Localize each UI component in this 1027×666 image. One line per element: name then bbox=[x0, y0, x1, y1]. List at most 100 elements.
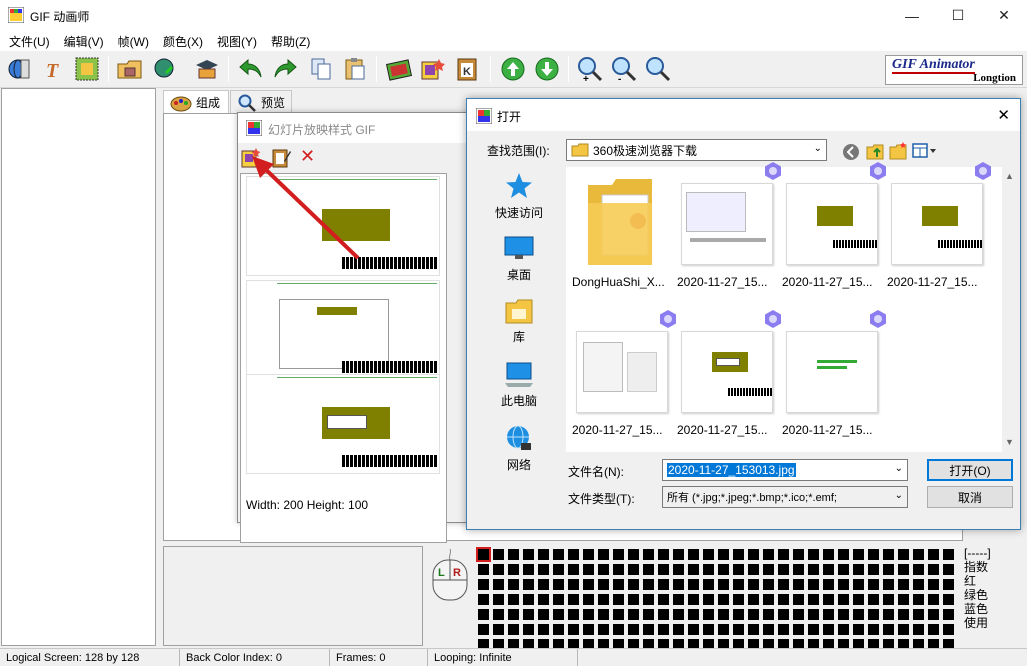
palette-swatch[interactable] bbox=[583, 549, 594, 560]
palette-swatch[interactable] bbox=[943, 564, 954, 575]
palette-swatch[interactable] bbox=[778, 549, 789, 560]
palette-swatch[interactable] bbox=[763, 624, 774, 635]
palette-swatch[interactable] bbox=[508, 564, 519, 575]
open-button[interactable]: 打开(O) bbox=[927, 459, 1013, 481]
palette-swatch[interactable] bbox=[703, 609, 714, 620]
palette-swatch[interactable] bbox=[583, 609, 594, 620]
palette-swatch[interactable] bbox=[823, 549, 834, 560]
palette-swatch[interactable] bbox=[568, 624, 579, 635]
palette-swatch[interactable] bbox=[508, 624, 519, 635]
filetype-select[interactable]: 所有 (*.jpg;*.jpeg;*.bmp;*.ico;*.emf; ⌄ bbox=[662, 486, 908, 508]
palette-swatch[interactable] bbox=[718, 549, 729, 560]
palette-swatch[interactable] bbox=[838, 609, 849, 620]
palette-swatch[interactable] bbox=[628, 549, 639, 560]
tab-preview[interactable]: 预览 bbox=[230, 90, 292, 114]
palette-swatch[interactable] bbox=[838, 549, 849, 560]
palette-swatch[interactable] bbox=[898, 609, 909, 620]
file-list[interactable]: DongHuaShi_X... 2020-11-27_15... 2020-11… bbox=[566, 162, 1016, 452]
palette-swatch[interactable] bbox=[868, 594, 879, 605]
palette-swatch[interactable] bbox=[853, 549, 864, 560]
palette-swatch[interactable] bbox=[598, 579, 609, 590]
palette-swatch[interactable] bbox=[643, 564, 654, 575]
palette-swatch[interactable] bbox=[838, 624, 849, 635]
palette-swatch[interactable] bbox=[583, 624, 594, 635]
palette-swatch[interactable] bbox=[673, 564, 684, 575]
lookin-select[interactable]: 360极速浏览器下载 ⌄ bbox=[566, 139, 827, 161]
palette-swatch[interactable] bbox=[553, 609, 564, 620]
clipboard-k-button[interactable]: K bbox=[452, 54, 482, 84]
palette-swatch[interactable] bbox=[853, 624, 864, 635]
place-quick-access[interactable]: 快速访问 bbox=[481, 171, 557, 229]
place-library[interactable]: 库 bbox=[481, 297, 557, 355]
move-down-button[interactable] bbox=[532, 54, 562, 84]
palette-swatch[interactable] bbox=[658, 549, 669, 560]
palette-swatch[interactable] bbox=[538, 549, 549, 560]
palette-swatch[interactable] bbox=[508, 579, 519, 590]
palette-swatch[interactable] bbox=[748, 594, 759, 605]
palette-swatch[interactable] bbox=[553, 624, 564, 635]
palette-swatch[interactable] bbox=[763, 564, 774, 575]
palette-swatch[interactable] bbox=[643, 549, 654, 560]
palette-swatch[interactable] bbox=[673, 579, 684, 590]
slide-thumbnail[interactable] bbox=[246, 374, 440, 474]
palette-swatch[interactable] bbox=[508, 594, 519, 605]
open-folder-button[interactable] bbox=[115, 54, 145, 84]
globe-wizard-button[interactable] bbox=[4, 54, 34, 84]
palette-swatch[interactable] bbox=[628, 579, 639, 590]
palette-swatch[interactable] bbox=[913, 609, 924, 620]
palette-swatch[interactable] bbox=[568, 579, 579, 590]
palette-swatch[interactable] bbox=[943, 594, 954, 605]
palette-swatch[interactable] bbox=[763, 609, 774, 620]
palette-swatch[interactable] bbox=[733, 579, 744, 590]
palette-swatch[interactable] bbox=[763, 579, 774, 590]
palette-swatch[interactable] bbox=[853, 564, 864, 575]
undo-button[interactable] bbox=[236, 54, 266, 84]
palette-swatch[interactable] bbox=[913, 579, 924, 590]
paste-button[interactable] bbox=[340, 54, 370, 84]
palette-swatch[interactable] bbox=[673, 624, 684, 635]
place-network[interactable]: 网络 bbox=[481, 423, 557, 481]
palette-swatch[interactable] bbox=[628, 594, 639, 605]
view-menu-icon[interactable] bbox=[912, 143, 938, 159]
palette-swatch[interactable] bbox=[688, 549, 699, 560]
palette-swatch[interactable] bbox=[553, 594, 564, 605]
palette-swatch[interactable] bbox=[553, 564, 564, 575]
palette-swatch[interactable] bbox=[478, 594, 489, 605]
slide-thumbnail[interactable] bbox=[246, 280, 440, 380]
palette-swatch[interactable] bbox=[913, 549, 924, 560]
palette-swatch[interactable] bbox=[928, 609, 939, 620]
palette-swatch[interactable] bbox=[613, 579, 624, 590]
palette-swatch[interactable] bbox=[523, 609, 534, 620]
palette-swatch[interactable] bbox=[718, 564, 729, 575]
maximize-button[interactable]: ☐ bbox=[935, 0, 981, 31]
palette-swatch[interactable] bbox=[823, 579, 834, 590]
palette-swatch[interactable] bbox=[793, 579, 804, 590]
palette-swatch[interactable] bbox=[928, 579, 939, 590]
palette-swatch[interactable] bbox=[928, 564, 939, 575]
palette-swatch[interactable] bbox=[523, 564, 534, 575]
palette-swatch[interactable] bbox=[868, 549, 879, 560]
palette-swatch[interactable] bbox=[898, 624, 909, 635]
palette-swatch[interactable] bbox=[823, 594, 834, 605]
menu-color[interactable]: 颜色(X) bbox=[156, 33, 210, 50]
palette-swatch[interactable] bbox=[838, 594, 849, 605]
palette-swatch[interactable] bbox=[478, 579, 489, 590]
palette-swatch[interactable] bbox=[733, 564, 744, 575]
menu-help[interactable]: 帮助(Z) bbox=[264, 33, 317, 50]
palette-swatch[interactable] bbox=[703, 624, 714, 635]
palette-swatch[interactable] bbox=[808, 564, 819, 575]
palette-swatch[interactable] bbox=[643, 609, 654, 620]
palette-swatch[interactable] bbox=[703, 594, 714, 605]
palette-swatch[interactable] bbox=[868, 624, 879, 635]
palette-swatch[interactable] bbox=[478, 624, 489, 635]
palette-swatch[interactable] bbox=[898, 594, 909, 605]
palette-swatch[interactable] bbox=[868, 579, 879, 590]
palette-swatch[interactable] bbox=[793, 564, 804, 575]
palette-swatch[interactable] bbox=[658, 609, 669, 620]
palette-swatch[interactable] bbox=[508, 609, 519, 620]
back-icon[interactable] bbox=[842, 143, 860, 161]
tab-compose[interactable]: 组成 bbox=[163, 90, 229, 114]
text-button[interactable]: T bbox=[38, 54, 68, 84]
cancel-button[interactable]: 取消 bbox=[927, 486, 1013, 508]
palette-swatch[interactable] bbox=[643, 594, 654, 605]
